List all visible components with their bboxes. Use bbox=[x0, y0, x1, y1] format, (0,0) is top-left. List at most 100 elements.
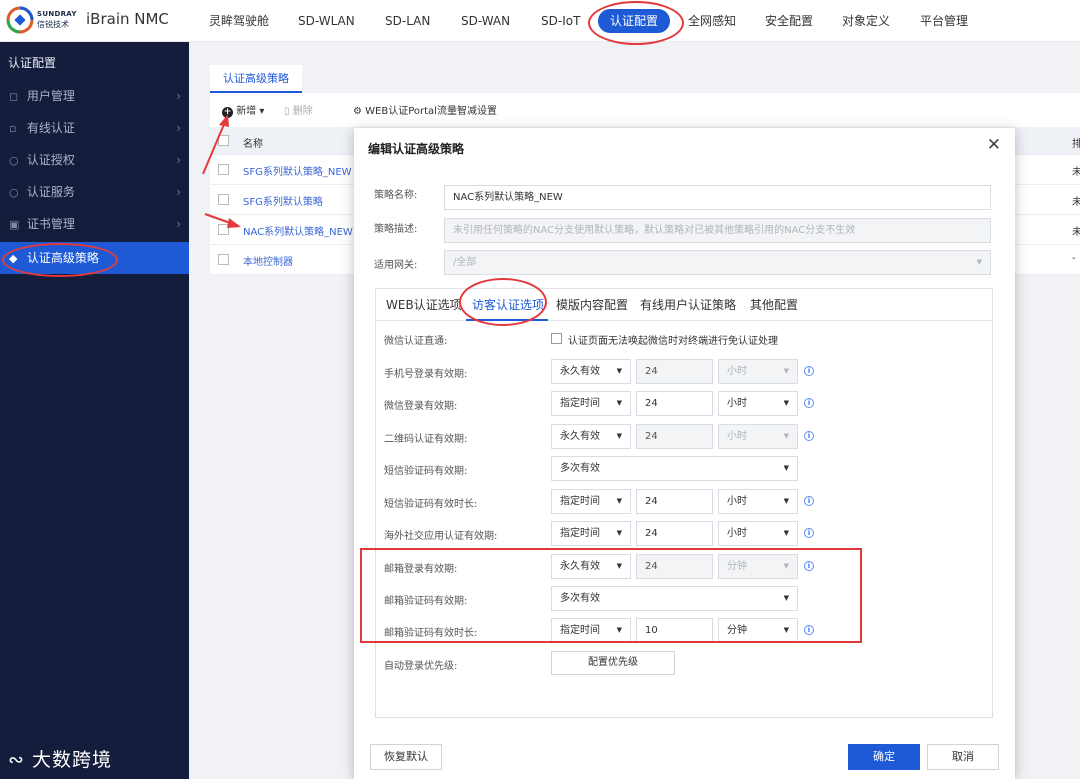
delete-label: 删除 bbox=[292, 106, 313, 117]
overseas-mode-select[interactable]: 指定时间 ▼ bbox=[551, 521, 631, 546]
tab-guest-auth[interactable]: 访客认证选项 bbox=[472, 296, 544, 313]
email-login-num-input[interactable]: 24 bbox=[636, 554, 713, 579]
toolbar: + 新增 ▾ ▯ 删除 ⚙ WEB认证Portal流量智减设置 bbox=[210, 93, 1080, 127]
column-name-header: 名称 bbox=[243, 139, 263, 150]
info-icon[interactable]: i bbox=[804, 431, 814, 441]
nav-sd-wlan[interactable]: SD-WLAN bbox=[298, 9, 355, 33]
phone-login-mode-select[interactable]: 永久有效 ▼ bbox=[551, 359, 631, 384]
info-icon[interactable]: i bbox=[804, 366, 814, 376]
sidebar-item-advanced-policy[interactable]: ◆ 认证高级策略 bbox=[0, 242, 189, 274]
tab-panel: WEB认证选项 访客认证选项 模版内容配置 有线用户认证策略 其他配置 微信认证… bbox=[375, 288, 993, 718]
info-icon[interactable]: i bbox=[804, 496, 814, 506]
select-all-checkbox[interactable] bbox=[218, 135, 229, 146]
policy-desc-input[interactable]: 未引用任何策略的NAC分支使用默认策略，默认策略对已被其他策略引用的NAC分支不… bbox=[444, 218, 991, 243]
nav-security-config[interactable]: 安全配置 bbox=[765, 9, 813, 33]
top-navigation-bar: SUNDRAY 信锐技术 iBrain NMC 灵眸驾驶舱 SD-WLAN SD… bbox=[0, 0, 1080, 42]
add-label: 新增 bbox=[236, 106, 257, 117]
tab-advanced-policy[interactable]: 认证高级策略 bbox=[210, 65, 302, 93]
row-checkbox[interactable] bbox=[218, 164, 229, 175]
sms-duration-mode-select[interactable]: 指定时间 ▼ bbox=[551, 489, 631, 514]
sidebar-item-wired-auth[interactable]: ▫ 有线认证 › bbox=[0, 112, 189, 144]
select-value: 小时 bbox=[727, 366, 747, 377]
policy-name-link[interactable]: 本地控制器 bbox=[243, 253, 293, 268]
sms-code-validity-select[interactable]: 多次有效 ▼ bbox=[551, 456, 798, 481]
info-icon[interactable]: i bbox=[804, 561, 814, 571]
dropdown-arrow-icon: ▾ bbox=[256, 106, 265, 117]
policy-name-link[interactable]: NAC系列默认策略_NEW bbox=[243, 223, 353, 238]
caret-down-icon: ▼ bbox=[616, 367, 622, 375]
cancel-button[interactable]: 取消 bbox=[927, 744, 999, 770]
email-login-mode-select[interactable]: 永久有效 ▼ bbox=[551, 554, 631, 579]
wechat-login-num-input[interactable]: 24 bbox=[636, 391, 713, 416]
watermark-text: 大数跨境 bbox=[31, 749, 112, 771]
portal-settings-button[interactable]: ⚙ WEB认证Portal流量智减设置 bbox=[353, 102, 497, 117]
wechat-direct-checkbox[interactable] bbox=[551, 333, 562, 344]
wechat-login-unit-select[interactable]: 小时 ▼ bbox=[718, 391, 798, 416]
sms-duration-num-input[interactable]: 24 bbox=[636, 489, 713, 514]
brand-chinese: 信锐技术 bbox=[37, 20, 69, 29]
nav-sd-wan[interactable]: SD-WAN bbox=[461, 9, 510, 33]
select-value: 指定时间 bbox=[560, 625, 600, 636]
select-value: 永久有效 bbox=[560, 561, 600, 572]
caret-down-icon: ▼ bbox=[783, 464, 789, 472]
overseas-unit-select[interactable]: 小时 ▼ bbox=[718, 521, 798, 546]
nav-object-definition[interactable]: 对象定义 bbox=[842, 9, 890, 33]
authorize-icon: ○ bbox=[9, 154, 19, 167]
ok-button[interactable]: 确定 bbox=[848, 744, 920, 770]
info-icon[interactable]: i bbox=[804, 625, 814, 635]
wechat-login-mode-select[interactable]: 指定时间 ▼ bbox=[551, 391, 631, 416]
row-checkbox[interactable] bbox=[218, 194, 229, 205]
delete-button[interactable]: ▯ 删除 bbox=[284, 102, 313, 117]
caret-down-icon: ▼ bbox=[783, 594, 789, 602]
qrcode-unit-select[interactable]: 小时 ▼ bbox=[718, 424, 798, 449]
nav-cockpit[interactable]: 灵眸驾驶舱 bbox=[209, 9, 269, 33]
caret-down-icon: ▼ bbox=[783, 529, 789, 537]
info-icon[interactable]: i bbox=[804, 398, 814, 408]
chevron-right-icon: › bbox=[176, 89, 181, 103]
row-checkbox[interactable] bbox=[218, 224, 229, 235]
product-name: iBrain NMC bbox=[86, 10, 169, 28]
select-value: 小时 bbox=[727, 496, 747, 507]
email-login-validity-label: 邮箱登录有效期: bbox=[384, 564, 458, 575]
configure-priority-button[interactable]: 配置优先级 bbox=[551, 651, 675, 675]
overseas-num-input[interactable]: 24 bbox=[636, 521, 713, 546]
sidebar-item-user-management[interactable]: ◻ 用户管理 › bbox=[0, 80, 189, 112]
phone-login-num-input[interactable]: 24 bbox=[636, 359, 713, 384]
sundray-logo-icon bbox=[6, 6, 34, 34]
email-code-validity-select[interactable]: 多次有效 ▼ bbox=[551, 586, 798, 611]
email-login-unit-select[interactable]: 分钟 ▼ bbox=[718, 554, 798, 579]
plus-circle-icon: + bbox=[222, 107, 233, 118]
phone-login-unit-select[interactable]: 小时 ▼ bbox=[718, 359, 798, 384]
nav-sd-lan[interactable]: SD-LAN bbox=[385, 9, 430, 33]
email-duration-mode-select[interactable]: 指定时间 ▼ bbox=[551, 618, 631, 643]
nav-sd-iot[interactable]: SD-IoT bbox=[541, 9, 580, 33]
sidebar-item-certificate[interactable]: ▣ 证书管理 › bbox=[0, 208, 189, 240]
select-value: 小时 bbox=[727, 528, 747, 539]
info-icon[interactable]: i bbox=[804, 528, 814, 538]
policy-name-link[interactable]: SFG系列默认策略 bbox=[243, 193, 323, 208]
email-duration-num-input[interactable]: 10 bbox=[636, 618, 713, 643]
row-checkbox[interactable] bbox=[218, 254, 229, 265]
add-button[interactable]: + 新增 ▾ bbox=[222, 102, 264, 118]
nav-network-awareness[interactable]: 全网感知 bbox=[688, 9, 736, 33]
portal-settings-label: WEB认证Portal流量智减设置 bbox=[365, 106, 497, 117]
tab-web-auth[interactable]: WEB认证选项 bbox=[386, 296, 462, 313]
sms-duration-unit-select[interactable]: 小时 ▼ bbox=[718, 489, 798, 514]
policy-name-link[interactable]: SFG系列默认策略_NEW bbox=[243, 163, 352, 178]
tab-template-content[interactable]: 模版内容配置 bbox=[556, 296, 628, 313]
qrcode-mode-select[interactable]: 永久有效 ▼ bbox=[551, 424, 631, 449]
tab-other-config[interactable]: 其他配置 bbox=[750, 296, 798, 313]
restore-default-button[interactable]: 恢复默认 bbox=[370, 744, 442, 770]
select-value: 指定时间 bbox=[560, 496, 600, 507]
gateway-select[interactable]: /全部 ▼ bbox=[444, 250, 991, 275]
row-status: 未 bbox=[1072, 167, 1080, 178]
tab-wired-user-policy[interactable]: 有线用户认证策略 bbox=[640, 296, 736, 313]
email-duration-unit-select[interactable]: 分钟 ▼ bbox=[718, 618, 798, 643]
sidebar-item-auth-authorize[interactable]: ○ 认证授权 › bbox=[0, 144, 189, 176]
qrcode-num-input[interactable]: 24 bbox=[636, 424, 713, 449]
nav-platform-management[interactable]: 平台管理 bbox=[920, 9, 968, 33]
policy-name-input[interactable]: NAC系列默认策略_NEW bbox=[444, 185, 991, 210]
close-icon[interactable]: ✕ bbox=[987, 135, 1001, 155]
sidebar-item-auth-service[interactable]: ○ 认证服务 › bbox=[0, 176, 189, 208]
nav-auth-config[interactable]: 认证配置 bbox=[598, 9, 671, 33]
